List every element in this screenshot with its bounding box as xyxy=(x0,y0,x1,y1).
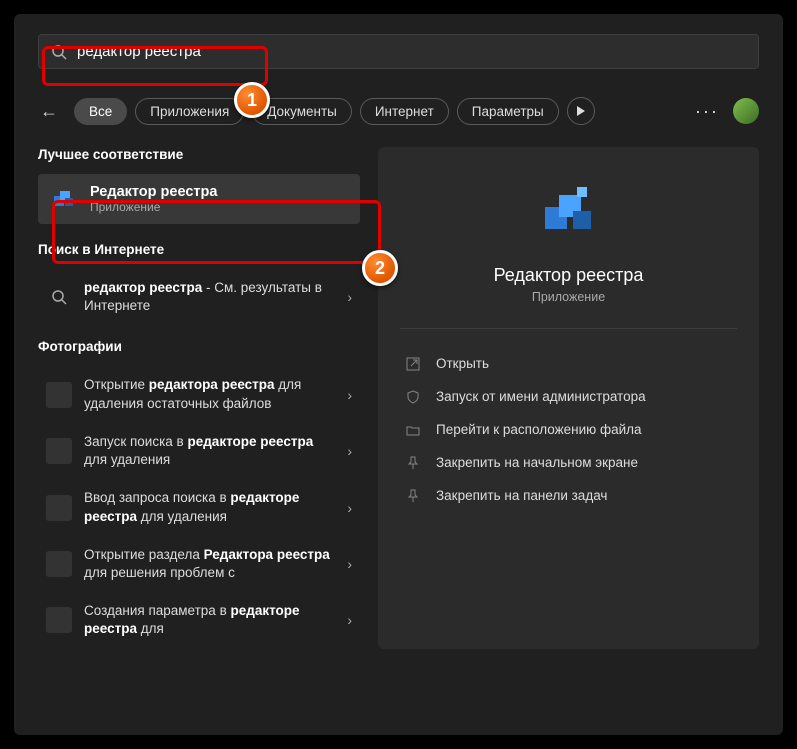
action-open-location[interactable]: Перейти к расположению файла xyxy=(400,413,737,446)
pin-icon xyxy=(404,489,422,503)
best-match-subtitle: Приложение xyxy=(90,200,217,214)
chevron-right-icon: › xyxy=(347,500,352,516)
photo-item[interactable]: Создания параметра в редакторе реестра д… xyxy=(38,592,360,648)
best-match-item[interactable]: Редактор реестра Приложение xyxy=(38,174,360,224)
action-run-as-admin[interactable]: Запуск от имени администратора xyxy=(400,380,737,413)
action-pin-start[interactable]: Закрепить на начальном экране xyxy=(400,446,737,479)
search-input[interactable] xyxy=(77,43,746,60)
photo-text: Ввод запроса поиска в редакторе реестра … xyxy=(84,489,339,525)
photo-text: Создания параметра в редакторе реестра д… xyxy=(84,602,339,638)
pin-icon xyxy=(404,456,422,470)
photo-text: Открытие раздела Редактора реестра для р… xyxy=(84,546,339,582)
section-photos: Фотографии xyxy=(38,339,360,354)
chevron-right-icon: › xyxy=(347,443,352,459)
more-options-icon[interactable]: ··· xyxy=(695,101,719,122)
search-icon xyxy=(51,44,67,60)
folder-icon xyxy=(404,423,422,437)
tab-settings[interactable]: Параметры xyxy=(457,98,559,125)
photo-thumb xyxy=(46,438,72,464)
photo-thumb xyxy=(46,382,72,408)
best-match-title: Редактор реестра xyxy=(90,184,217,200)
web-search-text: редактор реестра - См. результаты в Инте… xyxy=(84,279,339,315)
annotation-marker-1: 1 xyxy=(234,82,270,118)
photo-item[interactable]: Ввод запроса поиска в редакторе реестра … xyxy=(38,479,360,535)
chevron-right-icon: › xyxy=(347,556,352,572)
photo-thumb xyxy=(46,607,72,633)
photo-item[interactable]: Запуск поиска в редакторе реестра для уд… xyxy=(38,423,360,479)
tab-all[interactable]: Все xyxy=(74,98,127,125)
back-arrow-icon[interactable]: ← xyxy=(38,101,60,122)
chevron-right-icon: › xyxy=(347,387,352,403)
action-open[interactable]: Открыть xyxy=(400,347,737,380)
search-bar[interactable] xyxy=(38,34,759,69)
web-search-item[interactable]: редактор реестра - См. результаты в Инте… xyxy=(38,269,360,325)
tab-internet[interactable]: Интернет xyxy=(360,98,449,125)
results-list: Лучшее соответствие Редактор реестра При… xyxy=(38,147,360,649)
photo-text: Запуск поиска в редакторе реестра для уд… xyxy=(84,433,339,469)
section-best-match: Лучшее соответствие xyxy=(38,147,360,162)
photo-text: Открытие редактора реестра для удаления … xyxy=(84,376,339,412)
photo-thumb xyxy=(46,495,72,521)
filter-tabs: ← Все Приложения Документы Интернет Пара… xyxy=(38,97,759,125)
regedit-icon xyxy=(50,185,78,213)
annotation-marker-2: 2 xyxy=(362,250,398,286)
chevron-right-icon: › xyxy=(347,289,352,305)
photo-item[interactable]: Открытие редактора реестра для удаления … xyxy=(38,366,360,422)
user-avatar[interactable] xyxy=(733,98,759,124)
section-web-search: Поиск в Интернете xyxy=(38,242,360,257)
preview-title: Редактор реестра xyxy=(494,265,644,286)
action-pin-taskbar[interactable]: Закрепить на панели задач xyxy=(400,479,737,512)
regedit-icon-large xyxy=(533,175,605,247)
chevron-right-icon: › xyxy=(347,612,352,628)
photo-item[interactable]: Открытие раздела Редактора реестра для р… xyxy=(38,536,360,592)
search-icon xyxy=(46,284,72,310)
shield-icon xyxy=(404,390,422,404)
open-icon xyxy=(404,357,422,371)
tab-more-play[interactable] xyxy=(567,97,595,125)
search-window: 1 2 ← Все Приложения Документы Интернет … xyxy=(14,14,783,735)
photo-thumb xyxy=(46,551,72,577)
preview-panel: Редактор реестра Приложение Открыть Запу… xyxy=(378,147,759,649)
preview-subtitle: Приложение xyxy=(532,290,605,304)
tab-apps[interactable]: Приложения xyxy=(135,98,244,125)
